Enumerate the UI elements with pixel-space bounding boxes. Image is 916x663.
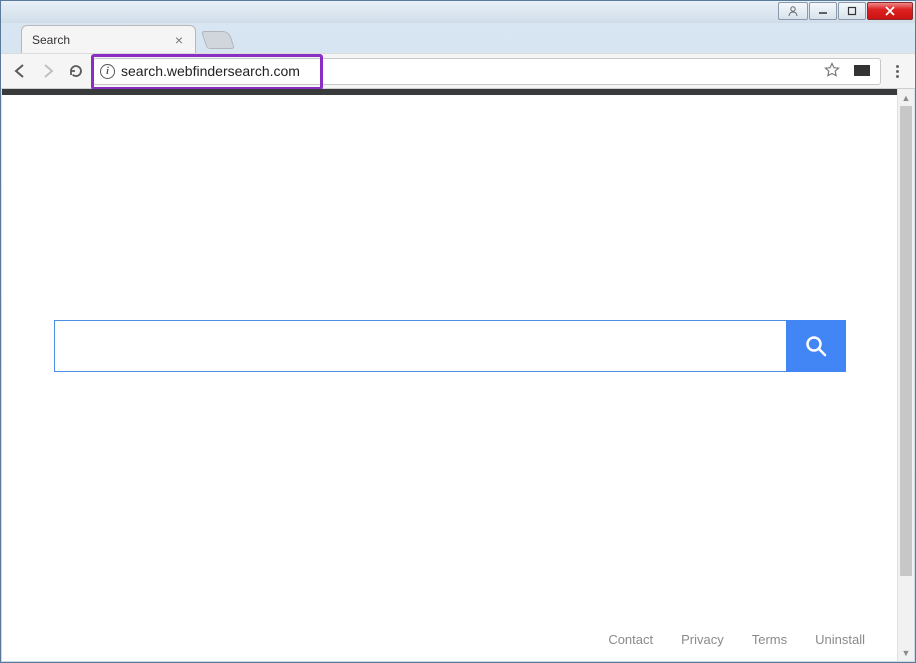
vertical-scrollbar[interactable]: ▲ ▼	[897, 89, 914, 661]
browser-toolbar: i search.webfindersearch.com	[1, 53, 915, 89]
search-button[interactable]	[786, 320, 846, 372]
page-content: Contact Privacy Terms Uninstall	[2, 89, 897, 661]
new-tab-button[interactable]	[201, 31, 235, 49]
bookmark-star-icon[interactable]	[820, 62, 844, 81]
window-maximize-button[interactable]	[838, 2, 866, 20]
close-tab-icon[interactable]: ×	[173, 33, 185, 47]
menu-button[interactable]	[887, 65, 907, 78]
tab-strip: Search ×	[1, 23, 915, 53]
footer-link-privacy[interactable]: Privacy	[681, 632, 724, 647]
cast-icon[interactable]	[850, 64, 874, 79]
back-button[interactable]	[9, 60, 31, 82]
footer-link-uninstall[interactable]: Uninstall	[815, 632, 865, 647]
search-input[interactable]	[54, 320, 786, 372]
scroll-down-icon[interactable]: ▼	[898, 644, 914, 661]
search-row	[54, 320, 846, 372]
tab-title: Search	[32, 33, 173, 47]
address-bar[interactable]: i search.webfindersearch.com	[93, 58, 881, 85]
search-icon	[804, 334, 828, 358]
search-area	[2, 95, 897, 617]
viewport: Contact Privacy Terms Uninstall ▲ ▼	[2, 89, 914, 661]
browser-tab[interactable]: Search ×	[21, 25, 196, 53]
footer-link-terms[interactable]: Terms	[752, 632, 787, 647]
reload-button[interactable]	[65, 60, 87, 82]
url-text: search.webfindersearch.com	[121, 63, 814, 79]
window-titlebar	[1, 1, 915, 23]
footer: Contact Privacy Terms Uninstall	[2, 617, 897, 661]
forward-button[interactable]	[37, 60, 59, 82]
scroll-up-icon[interactable]: ▲	[898, 89, 914, 106]
site-info-icon[interactable]: i	[100, 64, 115, 79]
window-minimize-button[interactable]	[809, 2, 837, 20]
window-close-button[interactable]	[867, 2, 913, 20]
window-user-button[interactable]	[778, 2, 808, 20]
footer-link-contact[interactable]: Contact	[608, 632, 653, 647]
scrollbar-thumb[interactable]	[900, 106, 912, 576]
